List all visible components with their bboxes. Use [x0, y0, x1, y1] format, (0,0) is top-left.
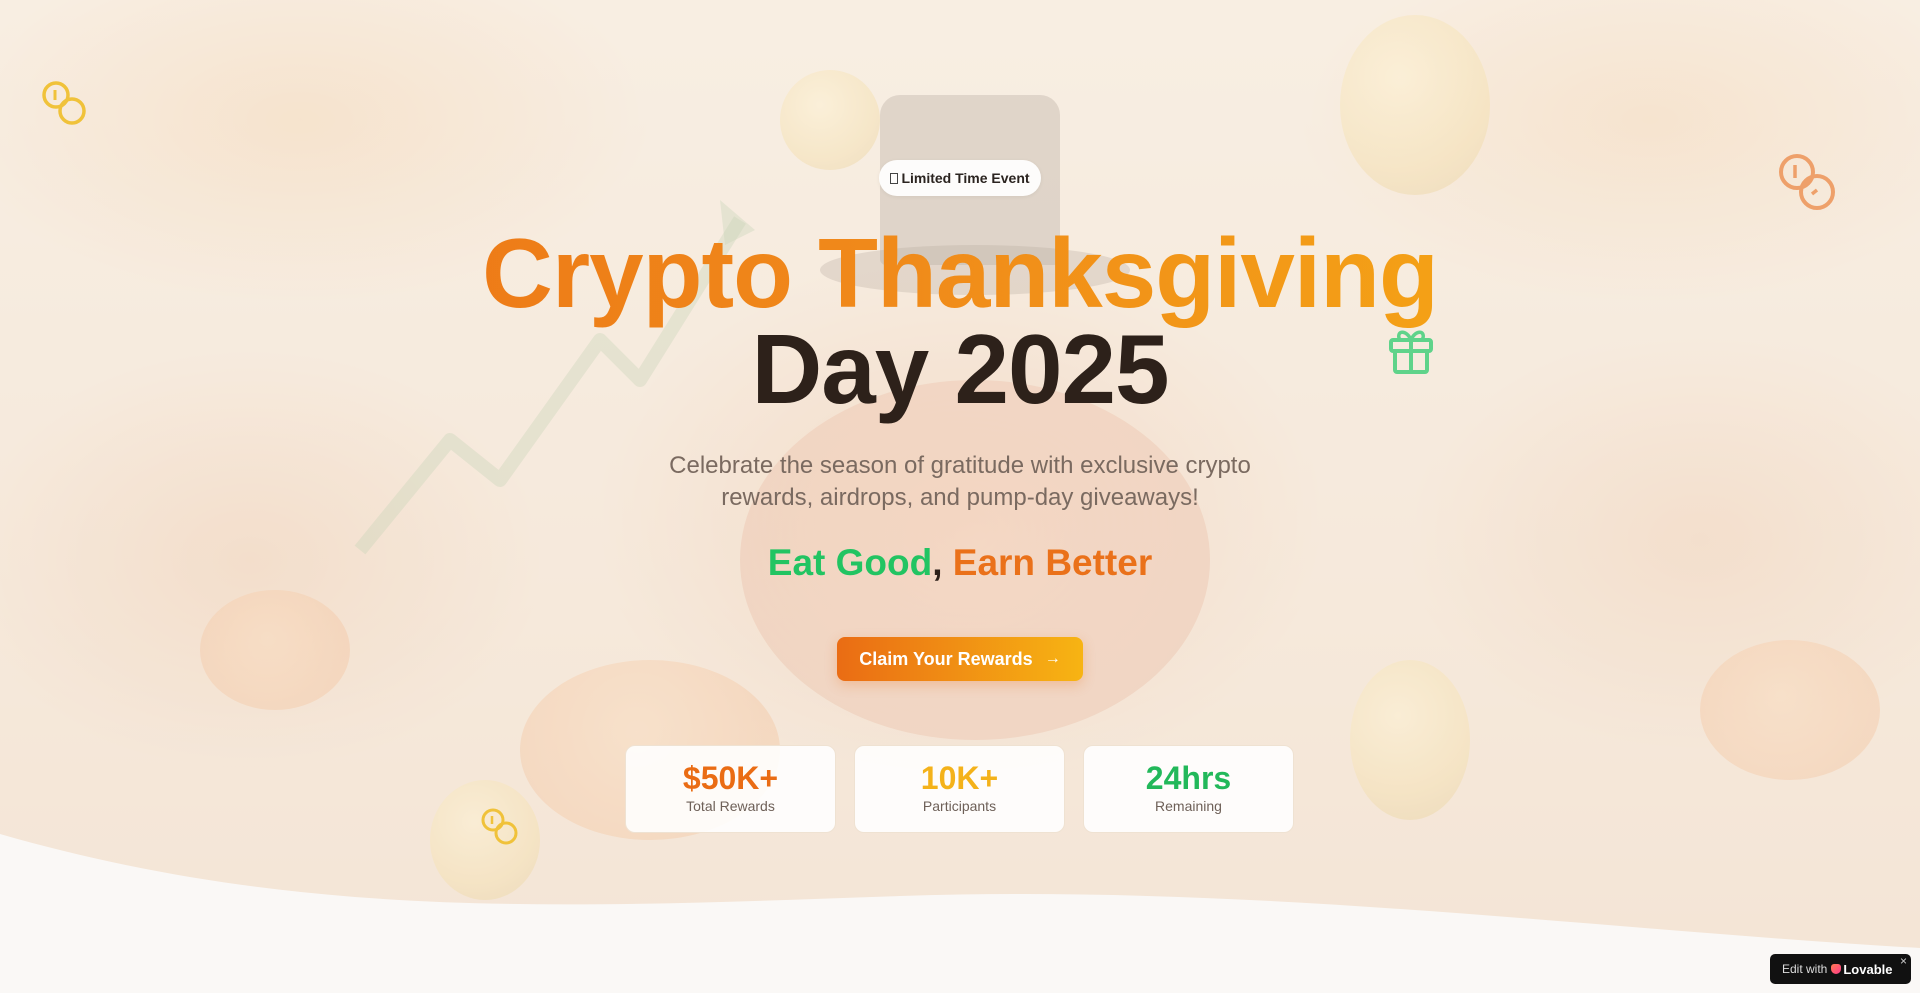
background-pumpkin	[200, 590, 350, 710]
stat-card-total-rewards: $50K+ Total Rewards	[625, 745, 836, 833]
stat-card-participants: 10K+ Participants	[854, 745, 1065, 833]
bottom-wave	[0, 834, 1920, 993]
arrow-right-icon: →	[1044, 650, 1061, 667]
background-coin	[1340, 15, 1490, 195]
background-coin	[1350, 660, 1470, 820]
edit-with-lovable-badge[interactable]: Edit with Lovable ×	[1770, 954, 1911, 984]
limited-time-badge: Limited Time Event	[879, 160, 1041, 196]
tagline-earn-better: Earn Better	[952, 542, 1153, 583]
close-icon[interactable]: ×	[1900, 954, 1907, 968]
stat-label: Total Rewards	[686, 798, 775, 814]
calendar-icon	[890, 172, 899, 184]
lovable-brand: Lovable	[1843, 961, 1893, 977]
page-title-line1-text: Crypto Thanksgiving	[482, 218, 1438, 328]
claim-rewards-label: Claim Your Rewards	[859, 648, 1033, 669]
hero-tagline: Eat Good, Earn Better	[0, 542, 1920, 584]
stat-card-remaining: 24hrs Remaining	[1083, 745, 1294, 833]
coins-icon	[1779, 154, 1835, 210]
stat-value: $50K+	[682, 760, 779, 796]
hero-subtitle: Celebrate the season of gratitude with e…	[669, 452, 1251, 511]
stat-label: Remaining	[1155, 798, 1222, 814]
background-coin	[780, 70, 880, 170]
stat-value: 10K+	[920, 760, 999, 796]
stat-value: 24hrs	[1145, 760, 1232, 796]
background-pumpkin	[1700, 640, 1880, 780]
coins-icon	[42, 81, 86, 125]
badge-label: Limited Time Event	[901, 170, 1030, 186]
hero-section: Limited Time Event Crypto Thanksgiving D…	[0, 0, 1920, 993]
page-title-line1: Crypto Thanksgiving	[0, 218, 1920, 328]
lovable-heart-icon	[1831, 964, 1842, 974]
claim-rewards-button[interactable]: Claim Your Rewards →	[837, 637, 1083, 681]
page-title-line2: Day 2025	[751, 314, 1169, 424]
lovable-prefix: Edit with	[1782, 962, 1828, 976]
tagline-separator: ,	[932, 542, 943, 583]
tagline-eat-good: Eat Good	[767, 542, 933, 583]
stat-label: Participants	[922, 798, 997, 814]
